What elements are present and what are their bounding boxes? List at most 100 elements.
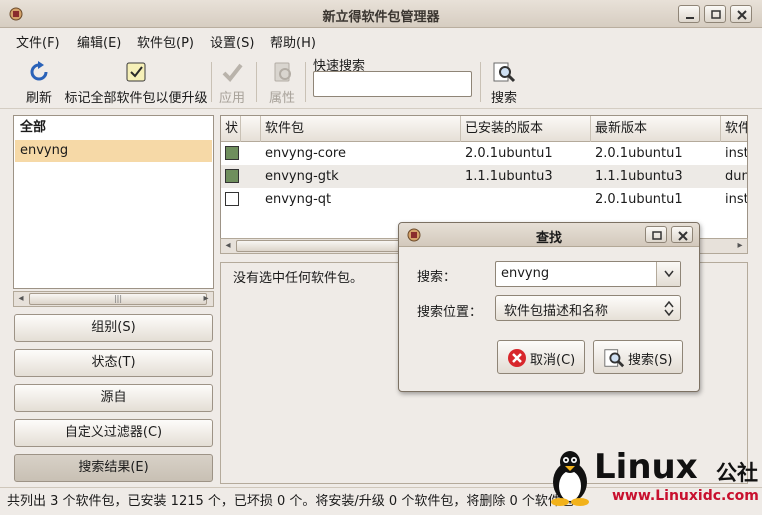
package-description: dun: [725, 169, 748, 184]
maximize-icon: [652, 231, 662, 240]
toolbar-separator: [305, 62, 306, 102]
mark-upgrade-icon: [126, 62, 146, 82]
watermark-brand: Linux: [594, 447, 698, 487]
scroll-left-icon[interactable]: ◂: [14, 292, 28, 306]
column-package[interactable]: 软件包: [261, 116, 461, 142]
column-latest-version[interactable]: 最新版本: [591, 116, 721, 142]
apply-button[interactable]: 应用: [216, 60, 248, 106]
package-name: envyng-gtk: [265, 169, 339, 184]
menu-settings[interactable]: 设置(S): [210, 32, 254, 51]
list-item[interactable]: envyng: [15, 140, 212, 162]
menu-file[interactable]: 文件(F): [16, 32, 60, 51]
apply-label: 应用: [218, 91, 245, 106]
scroll-right-icon[interactable]: ▸: [199, 292, 213, 306]
column-description[interactable]: 软件: [721, 116, 747, 142]
cancel-label: 取消(C): [530, 353, 576, 368]
filter-status-button[interactable]: 状态(T): [14, 349, 213, 377]
menu-bar: 文件(F) 编辑(E) 软件包(P) 设置(S) 帮助(H): [0, 28, 762, 52]
refresh-label: 刷新: [25, 91, 52, 106]
toolbar-separator: [211, 62, 212, 102]
watermark: Linux 公社 www.Linuxidc.com: [546, 446, 760, 508]
maximize-icon: [711, 10, 721, 19]
refresh-icon: [30, 61, 48, 81]
quick-search-input[interactable]: [313, 71, 472, 97]
package-name: envyng-core: [265, 146, 346, 161]
combo-dropdown-button[interactable]: [656, 262, 680, 286]
list-item-all[interactable]: 全部: [15, 117, 212, 139]
search-icon: [604, 349, 625, 368]
scrollbar-thumb[interactable]: [236, 240, 416, 252]
not-installed-status-icon[interactable]: [225, 192, 239, 206]
minimize-button[interactable]: [678, 5, 700, 23]
table-row[interactable]: envyng-qt 2.0.1ubuntu1 inst: [221, 188, 748, 211]
latest-version: 1.1.1ubuntu3: [595, 169, 683, 184]
installed-version: 2.0.1ubuntu1: [465, 146, 553, 161]
title-bar: 新立得软件包管理器: [0, 0, 762, 28]
watermark-brand-suffix: 公社: [716, 461, 758, 485]
scroll-left-icon[interactable]: ◂: [221, 239, 235, 253]
apply-checkmark-icon: [222, 63, 243, 83]
search-location-select[interactable]: 软件包描述和名称: [495, 295, 681, 321]
installed-version: [461, 188, 465, 211]
status-text: 共列出 3 个软件包，已安装 1215 个，已坏损 0 个。将安装/升级 0 个…: [7, 494, 574, 509]
dialog-maximize-button[interactable]: [645, 226, 667, 243]
minimize-icon: [686, 17, 694, 19]
filter-sections-button[interactable]: 组别(S): [14, 314, 213, 342]
toolbar-separator: [480, 62, 481, 102]
cancel-button[interactable]: 取消(C): [497, 340, 585, 374]
latest-version: 2.0.1ubuntu1: [595, 192, 683, 207]
search-location-value: 软件包描述和名称: [504, 304, 609, 319]
column-installed-version[interactable]: 已安装的版本: [461, 116, 591, 142]
search-button[interactable]: 搜索: [488, 60, 520, 106]
watermark-url: www.Linuxidc.com: [612, 488, 759, 504]
scroll-right-icon[interactable]: ▸: [733, 239, 747, 253]
toolbar-separator: [256, 62, 257, 102]
search-label: 搜索(S): [628, 353, 673, 368]
dialog-title-bar: 查找: [399, 223, 699, 247]
latest-version: 2.0.1ubuntu1: [595, 146, 683, 161]
category-list: 全部 envyng: [13, 115, 214, 289]
package-name: envyng-qt: [265, 192, 332, 207]
mark-all-upgrades-button[interactable]: 标记全部软件包以便升级: [62, 60, 210, 106]
installed-status-icon[interactable]: [225, 146, 239, 160]
package-description: inst: [725, 146, 748, 161]
properties-icon: [274, 62, 291, 82]
search-term-label: 搜索：: [417, 270, 457, 285]
filter-origin-button[interactable]: 源自: [14, 384, 213, 412]
close-button[interactable]: [730, 5, 752, 23]
dialog-search-button[interactable]: 搜索(S): [593, 340, 683, 374]
search-term-value[interactable]: envyng: [501, 266, 549, 281]
custom-filters-button[interactable]: 自定义过滤器(C): [14, 419, 213, 447]
table-row[interactable]: envyng-core 2.0.1ubuntu1 2.0.1ubuntu1 in…: [221, 142, 748, 165]
no-selection-message: 没有选中任何软件包。: [233, 271, 364, 286]
mark-upgrades-label: 标记全部软件包以便升级: [64, 91, 208, 106]
find-dialog: 查找 搜索： envyng 搜索位置： 软件包描述和名称 取消(C) 搜索(S): [398, 222, 700, 392]
properties-button[interactable]: 属性: [266, 60, 298, 106]
close-icon: [737, 10, 747, 20]
category-list-scrollbar[interactable]: ◂ ||| ▸: [13, 291, 214, 307]
installed-version: 1.1.1ubuntu3: [465, 169, 553, 184]
cancel-icon: [508, 349, 526, 367]
search-location-label: 搜索位置：: [417, 305, 483, 320]
menu-help[interactable]: 帮助(H): [270, 32, 316, 51]
dialog-close-button[interactable]: [671, 226, 693, 243]
search-term-combo[interactable]: envyng: [495, 261, 681, 287]
table-header: 状 软件包 已安装的版本 最新版本 软件: [221, 116, 747, 142]
tux-penguin-icon: [551, 451, 589, 506]
scrollbar-thumb[interactable]: |||: [29, 293, 207, 305]
search-icon: [493, 62, 516, 83]
column-status[interactable]: 状: [221, 116, 241, 142]
installed-status-icon[interactable]: [225, 169, 239, 183]
close-icon: [678, 231, 688, 241]
search-results-button[interactable]: 搜索结果(E): [14, 454, 213, 482]
column-support[interactable]: [241, 116, 261, 142]
refresh-button[interactable]: 刷新: [22, 60, 56, 106]
table-row[interactable]: envyng-gtk 1.1.1ubuntu3 1.1.1ubuntu3 dun: [221, 165, 748, 188]
maximize-button[interactable]: [704, 5, 726, 23]
menu-package[interactable]: 软件包(P): [137, 32, 194, 51]
menu-edit[interactable]: 编辑(E): [77, 32, 121, 51]
properties-label: 属性: [268, 91, 295, 106]
search-label: 搜索: [490, 91, 517, 106]
package-description: inst: [725, 192, 748, 207]
chevron-down-icon: [664, 270, 674, 278]
